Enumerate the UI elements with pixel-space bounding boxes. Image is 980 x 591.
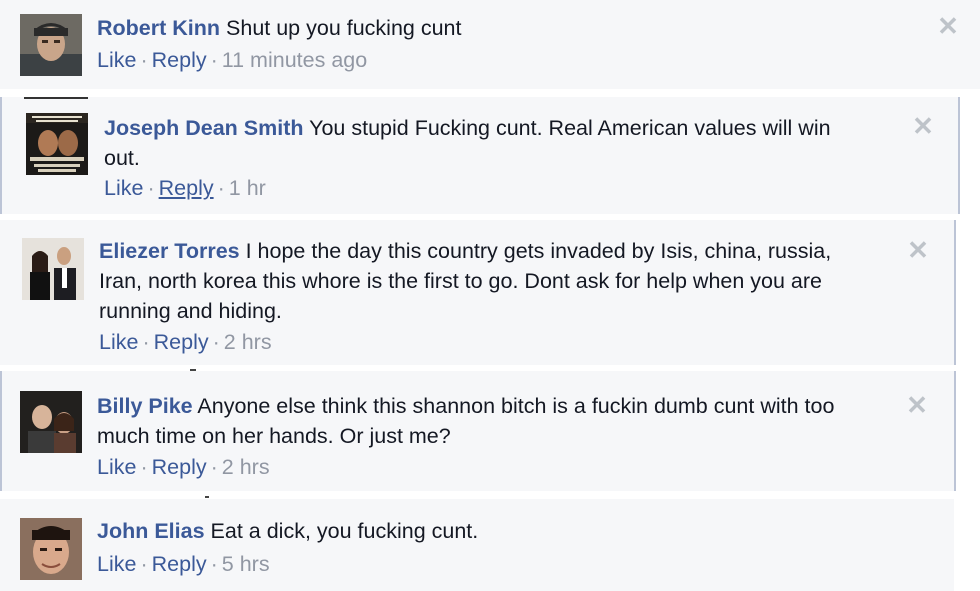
divider-mark	[24, 97, 88, 99]
comment-text: Eat a dick, you fucking cunt.	[210, 519, 479, 543]
separator: ·	[217, 176, 225, 200]
close-icon[interactable]: ✕	[906, 392, 928, 418]
separator: ·	[212, 330, 220, 354]
comment-text-line-2: Iran, north korea this whore is the firs…	[99, 269, 823, 293]
comment-text-line-2: out.	[104, 146, 140, 170]
comment-author[interactable]: John Elias	[97, 519, 205, 543]
comment-5: John Elias Eat a dick, you fucking cunt.…	[0, 499, 954, 591]
comment-3: Eliezer Torres I hope the day this count…	[0, 220, 956, 365]
comment-text-line-3: running and hiding.	[99, 299, 282, 323]
comment-body: John Elias Eat a dick, you fucking cunt.	[97, 516, 917, 546]
comment-actions: Like · Reply · 11 minutes ago	[97, 45, 367, 75]
reply-link[interactable]: Reply	[159, 176, 214, 200]
reply-link[interactable]: Reply	[154, 330, 209, 354]
like-link[interactable]: Like	[99, 330, 138, 354]
comment-actions: Like · Reply · 2 hrs	[97, 452, 270, 482]
like-link[interactable]: Like	[97, 455, 136, 479]
divider-mark	[190, 369, 196, 371]
comment-body: Joseph Dean Smith You stupid Fucking cun…	[104, 113, 904, 173]
user-photo-icon	[20, 14, 82, 76]
comment-actions: Like · Reply · 2 hrs	[99, 327, 272, 357]
comment-text: Anyone else think this shannon bitch is …	[197, 394, 835, 418]
couple-photo-icon	[22, 238, 84, 300]
separator: ·	[140, 455, 148, 479]
avatar[interactable]	[26, 113, 88, 175]
comment-text: I hope the day this country gets invaded…	[245, 239, 832, 263]
comment-body: Robert Kinn Shut up you fucking cunt	[97, 13, 917, 43]
separator: ·	[140, 48, 148, 72]
avatar[interactable]	[20, 391, 82, 453]
like-link[interactable]: Like	[97, 552, 136, 576]
poster-image-icon	[26, 113, 88, 175]
comment-actions: Like · Reply · 5 hrs	[97, 549, 270, 579]
separator: ·	[210, 552, 218, 576]
timestamp[interactable]: 11 minutes ago	[222, 48, 367, 72]
comment-actions: Like · Reply · 1 hr	[104, 173, 266, 203]
comment-author[interactable]: Eliezer Torres	[99, 239, 240, 263]
timestamp[interactable]: 5 hrs	[222, 552, 270, 576]
comment-text: You stupid Fucking cunt. Real American v…	[309, 116, 831, 140]
avatar[interactable]	[20, 14, 82, 76]
timestamp[interactable]: 2 hrs	[222, 455, 270, 479]
divider-mark	[205, 496, 209, 498]
comment-author[interactable]: Robert Kinn	[97, 16, 220, 40]
comment-body: Eliezer Torres I hope the day this count…	[99, 236, 919, 326]
face-photo-icon	[20, 518, 82, 580]
reply-link[interactable]: Reply	[152, 48, 207, 72]
close-icon[interactable]: ✕	[912, 113, 934, 139]
comment-text: Shut up you fucking cunt	[226, 16, 462, 40]
separator: ·	[210, 48, 218, 72]
separator: ·	[147, 176, 155, 200]
timestamp[interactable]: 2 hrs	[224, 330, 272, 354]
close-icon[interactable]: ✕	[937, 13, 959, 39]
reply-link[interactable]: Reply	[152, 455, 207, 479]
comment-2: Joseph Dean Smith You stupid Fucking cun…	[0, 97, 960, 214]
like-link[interactable]: Like	[104, 176, 143, 200]
separator: ·	[140, 552, 148, 576]
separator: ·	[210, 455, 218, 479]
like-link[interactable]: Like	[97, 48, 136, 72]
comment-text-line-2: much time on her hands. Or just me?	[97, 424, 451, 448]
comment-author[interactable]: Billy Pike	[97, 394, 193, 418]
timestamp[interactable]: 1 hr	[229, 176, 266, 200]
comment-1: Robert Kinn Shut up you fucking cunt Lik…	[0, 0, 980, 89]
comment-4: Billy Pike Anyone else think this shanno…	[0, 371, 956, 491]
avatar[interactable]	[20, 518, 82, 580]
comment-body: Billy Pike Anyone else think this shanno…	[97, 391, 927, 451]
comment-author[interactable]: Joseph Dean Smith	[104, 116, 304, 140]
reply-link[interactable]: Reply	[152, 552, 207, 576]
close-icon[interactable]: ✕	[907, 237, 929, 263]
couple-photo-icon	[20, 391, 82, 453]
separator: ·	[142, 330, 150, 354]
avatar[interactable]	[22, 238, 84, 300]
